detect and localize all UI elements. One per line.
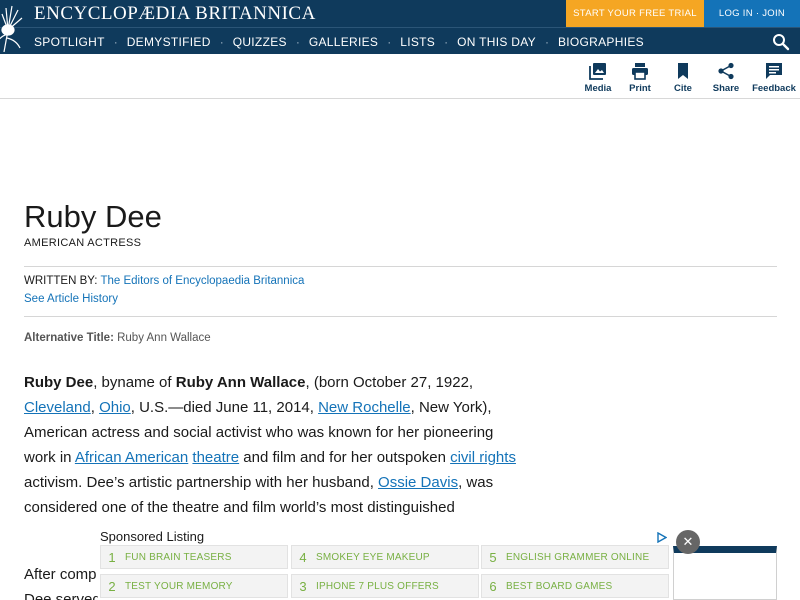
nav-separator: ·	[544, 34, 549, 49]
alternative-title-label: Alternative Title:	[24, 332, 114, 344]
side-ad-box	[673, 546, 777, 600]
sponsored-item[interactable]: 5 ENGLISH GRAMMER ONLINE	[481, 545, 669, 569]
divider	[24, 266, 777, 267]
share-label: Share	[712, 83, 740, 94]
text: activism. Dee’s artistic partnership wit…	[24, 474, 379, 491]
bold-name: Ruby Dee	[24, 374, 94, 391]
divider	[24, 316, 777, 317]
britannica-logo[interactable]: ENCYCLOPÆDIA BRITANNICA	[0, 0, 315, 54]
sponsored-item-number: 2	[108, 578, 116, 594]
alternative-title: Alternative Title: Ruby Ann Wallace	[24, 332, 211, 344]
text: , byname of	[93, 374, 176, 391]
media-icon	[589, 63, 606, 80]
share-button[interactable]: Share	[701, 62, 751, 94]
sponsored-item-number: 1	[108, 549, 116, 565]
bold-full-name: Ruby Ann Wallace	[175, 374, 306, 391]
written-by: WRITTEN BY: The Editors of Encyclopaedia…	[24, 275, 304, 287]
article-history-link[interactable]: See Article History	[24, 293, 118, 305]
sponsored-item[interactable]: 3 IPHONE 7 PLUS OFFERS	[291, 574, 479, 598]
nav-item-biographies[interactable]: BIOGRAPHIES	[558, 35, 644, 49]
sponsored-item-label: TEST YOUR MEMORY	[125, 580, 233, 592]
text: , (born October 27, 1922,	[305, 374, 474, 391]
bookmark-icon	[678, 63, 688, 79]
share-icon	[718, 62, 734, 80]
link-african-american[interactable]: African American	[75, 449, 188, 466]
article-title: Ruby Dee	[24, 199, 162, 234]
free-trial-button[interactable]: START YOUR FREE TRIAL	[566, 0, 704, 27]
sponsored-item-label: SMOKEY EYE MAKEUP	[316, 551, 430, 563]
sponsored-item-number: 3	[299, 578, 307, 594]
link-ossie-davis[interactable]: Ossie Davis	[378, 474, 458, 491]
sponsored-item-number: 5	[489, 549, 497, 565]
written-by-label: WRITTEN BY:	[24, 275, 98, 287]
sponsored-item-label: BEST BOARD GAMES	[506, 580, 613, 592]
ad-choices-icon[interactable]	[656, 530, 668, 544]
link-theatre[interactable]: theatre	[192, 449, 239, 466]
sponsored-title: Sponsored Listing	[100, 529, 205, 544]
feedback-label: Feedback	[752, 83, 796, 94]
text: ,	[90, 399, 100, 416]
print-icon	[632, 63, 648, 80]
nav-separator: ·	[387, 34, 392, 49]
text: and film and for her outspoken	[239, 449, 451, 466]
sponsored-item-label: IPHONE 7 PLUS OFFERS	[316, 580, 439, 592]
text: , U.S.—died June 11, 2014,	[130, 399, 319, 416]
link-cleveland[interactable]: Cleveland	[24, 399, 91, 416]
close-icon[interactable]: ✕	[676, 530, 700, 554]
author-link[interactable]: The Editors of Encyclopaedia Britannica	[100, 275, 304, 287]
sponsored-listing: Sponsored Listing 1 FUN BRAIN TEASERS 4 …	[98, 529, 670, 600]
link-ohio[interactable]: Ohio	[99, 399, 131, 416]
article-paragraph: Ruby Dee, byname of Ruby Ann Wallace, (b…	[24, 370, 529, 520]
feedback-icon	[766, 63, 782, 79]
link-new-rochelle[interactable]: New Rochelle	[318, 399, 411, 416]
article-subtitle: AMERICAN ACTRESS	[24, 237, 142, 249]
nav-item-galleries[interactable]: GALLERIES	[309, 35, 378, 49]
article-toolbar: Media Print Cite Share Feedback	[0, 54, 800, 99]
sponsored-item[interactable]: 2 TEST YOUR MEMORY	[100, 574, 288, 598]
search-icon[interactable]	[772, 33, 790, 51]
sponsored-item[interactable]: 4 SMOKEY EYE MAKEUP	[291, 545, 479, 569]
feedback-button[interactable]: Feedback	[749, 62, 799, 94]
logo-text: ENCYCLOPÆDIA BRITANNICA	[34, 3, 316, 24]
link-civil-rights[interactable]: civil rights	[450, 449, 516, 466]
sponsored-item[interactable]: 6 BEST BOARD GAMES	[481, 574, 669, 598]
sponsored-item-label: ENGLISH GRAMMER ONLINE	[506, 551, 650, 563]
sponsored-item-number: 6	[489, 578, 497, 594]
sponsored-item[interactable]: 1 FUN BRAIN TEASERS	[100, 545, 288, 569]
login-join-button[interactable]: LOG IN · JOIN	[704, 0, 800, 27]
thistle-logo-icon	[0, 0, 28, 53]
nav-item-lists[interactable]: LISTS	[400, 35, 435, 49]
sponsored-item-number: 4	[299, 549, 307, 565]
sponsored-item-label: FUN BRAIN TEASERS	[125, 551, 232, 563]
nav-separator: ·	[444, 34, 449, 49]
alternative-title-value: Ruby Ann Wallace	[117, 332, 211, 344]
nav-item-on-this-day[interactable]: ON THIS DAY	[457, 35, 536, 49]
